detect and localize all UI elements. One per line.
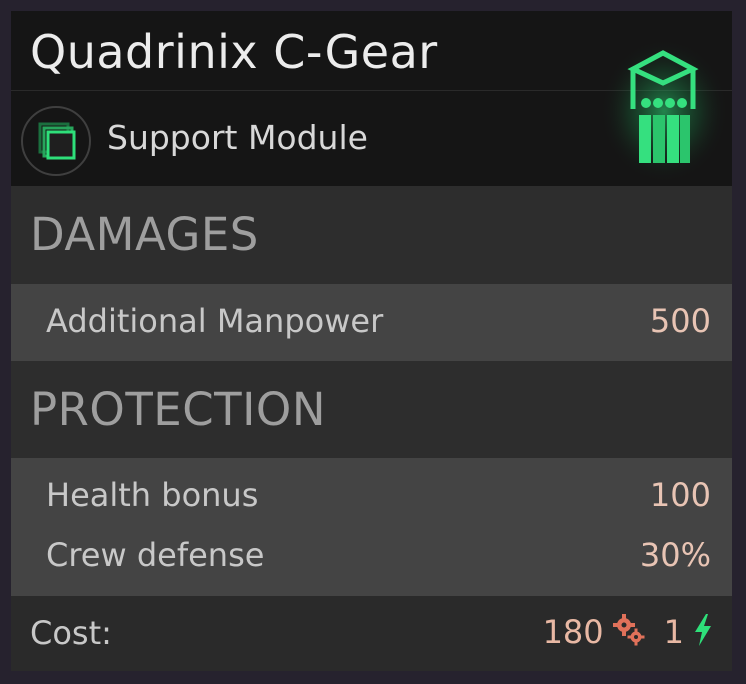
stat-value: 500 xyxy=(649,302,711,340)
section-heading: PROTECTION xyxy=(30,383,327,436)
damages-section-header: DAMAGES xyxy=(11,186,732,284)
damages-section: Additional Manpower 500 xyxy=(11,284,732,361)
cost-label: Cost: xyxy=(30,614,112,652)
cost-footer: Cost: 180 1 xyxy=(11,596,732,671)
crew-group-icon xyxy=(596,31,728,183)
cost-values: 180 1 xyxy=(543,612,714,652)
stat-value: 100 xyxy=(649,476,711,514)
lightning-icon xyxy=(692,613,714,651)
tooltip-header: Quadrinix C-Gear Support Module xyxy=(11,11,732,186)
energy-cost-value: 1 xyxy=(663,613,684,651)
stat-name: Health bonus xyxy=(46,476,259,514)
item-type-label: Support Module xyxy=(107,118,368,157)
stat-row: Additional Manpower 500 xyxy=(11,290,732,350)
protection-section: Health bonus 100 Crew defense 30% xyxy=(11,458,732,596)
stat-row: Health bonus 100 xyxy=(11,464,732,524)
item-title: Quadrinix C-Gear xyxy=(30,25,438,79)
gears-icon xyxy=(612,613,646,651)
stat-name: Additional Manpower xyxy=(46,302,384,340)
parts-cost-value: 180 xyxy=(542,613,604,651)
stat-name: Crew defense xyxy=(46,536,265,574)
protection-section-header: PROTECTION xyxy=(11,361,732,458)
section-heading: DAMAGES xyxy=(30,208,259,261)
stacked-squares-icon xyxy=(21,106,91,176)
stat-value: 30% xyxy=(639,536,711,574)
item-tooltip-card: Quadrinix C-Gear Support Module DAMAGES … xyxy=(11,11,732,671)
stat-row: Crew defense 30% xyxy=(11,524,732,584)
